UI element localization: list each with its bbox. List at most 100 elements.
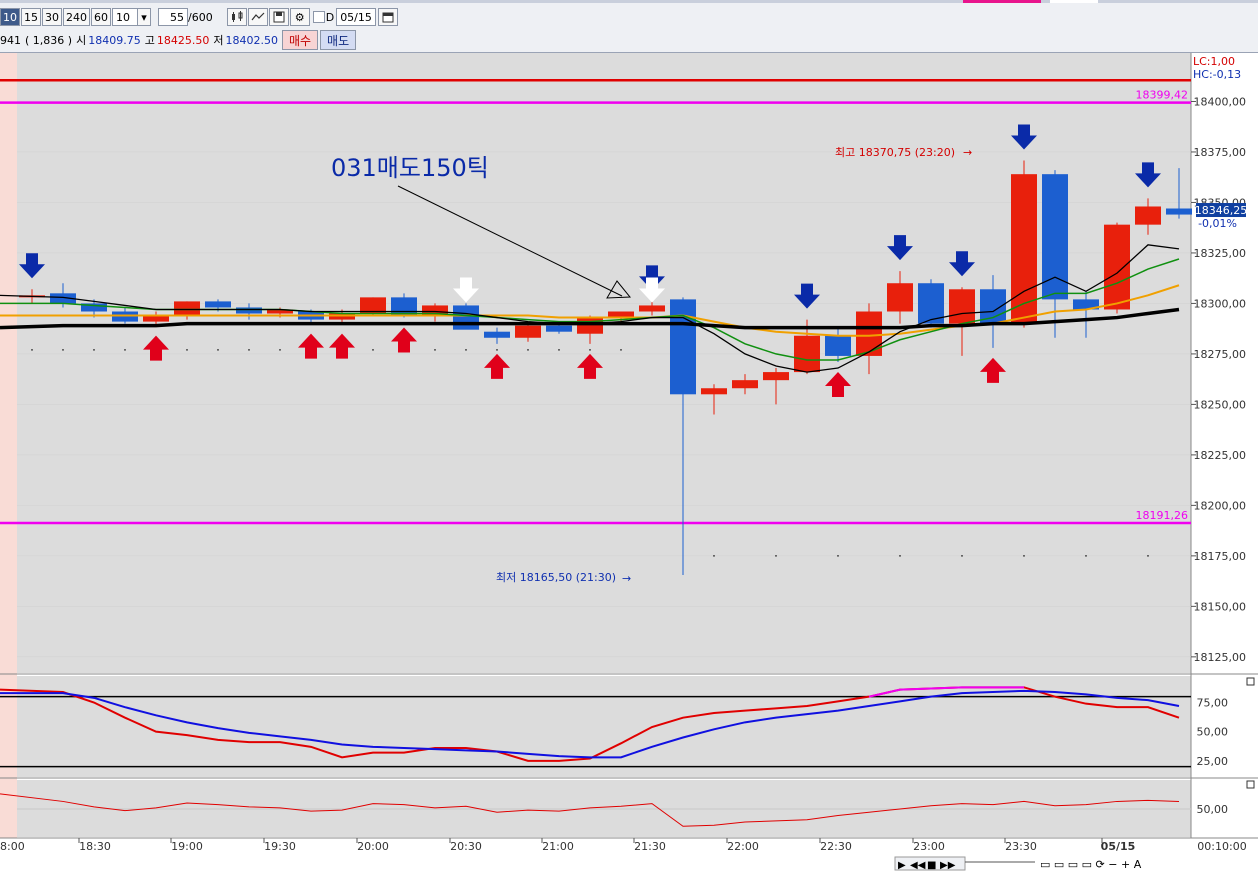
nav-rewind-icon[interactable]: ◀◀: [910, 860, 926, 871]
y-tick-label-7: 18225,00: [1194, 449, 1247, 462]
dot-marker-0-14: [465, 348, 467, 351]
dot-marker-1-30: [961, 554, 963, 557]
nav-forward-icon[interactable]: ▶▶: [940, 860, 956, 871]
count-input[interactable]: 55: [158, 8, 188, 26]
dot-marker-0-6: [217, 348, 219, 351]
dot-marker-1-28: [899, 554, 901, 557]
gear-icon[interactable]: ⚙: [289, 8, 310, 26]
interval-button-60[interactable]: 60: [91, 8, 111, 26]
pink-tab-indicator: [963, 0, 1041, 3]
dot-marker-0-17: [558, 348, 560, 351]
dot-marker-0-0: [31, 348, 33, 351]
y-tick-label-11: 18125,00: [1194, 651, 1247, 664]
dot-marker-0-8: [279, 348, 281, 351]
candle-body-14: [453, 305, 479, 330]
stoch-tick-label-0: 75,00: [1197, 697, 1229, 710]
daily-checkbox[interactable]: [312, 11, 325, 23]
interval-button-10[interactable]: 10: [0, 8, 20, 26]
candle-body-31: [980, 289, 1006, 324]
candle-type-icon[interactable]: [226, 8, 247, 26]
date-input[interactable]: 05/15: [336, 8, 377, 26]
open-label: 시: [76, 34, 87, 47]
candle-body-27: [856, 311, 882, 356]
low-label: 저: [213, 34, 224, 47]
lower-session-shade: [0, 780, 17, 837]
x-tick-label-6: 21:00: [542, 840, 574, 853]
dot-marker-1-32: [1023, 554, 1025, 557]
candle-body-37: [1166, 208, 1192, 215]
low-annotation-arrow: →: [622, 572, 631, 585]
line-chart-icon[interactable]: [247, 8, 268, 26]
x-tick-label-13: 00:10:00: [1197, 840, 1246, 853]
reference-line-label-1: 18191,26: [1136, 509, 1189, 522]
dot-marker-1-26: [837, 554, 839, 557]
lower-close-box: [1246, 780, 1255, 789]
period-select[interactable]: 10: [112, 8, 138, 26]
calendar-icon[interactable]: [378, 8, 399, 26]
chart-toolbar: 10 15 30 240 60 10 ▾ 55 /600 ⚙ D 05/15 9…: [0, 0, 1258, 53]
candle-body-33: [1042, 174, 1068, 300]
chart-annotation-text: 031매도150틱: [331, 154, 489, 182]
interval-button-30[interactable]: 30: [42, 8, 62, 26]
high-label: 고: [144, 34, 155, 47]
dot-marker-0-15: [496, 348, 498, 351]
quote-prefix: 941: [0, 33, 21, 47]
zoom-icons[interactable]: ▭ ▭ ▭ ▭ ⟳ − + A: [1040, 858, 1142, 871]
y-tick-label-10: 18150,00: [1194, 600, 1247, 613]
candle-body-5: [174, 301, 200, 316]
x-tick-label-12: 05/15: [1101, 840, 1136, 853]
open-value: 18409.75: [88, 33, 141, 47]
candle-body-17: [546, 325, 572, 332]
dot-marker-0-19: [620, 348, 622, 351]
stoch-tick-label-2: 25,00: [1197, 755, 1229, 768]
chart-navigation: ▶ ◀◀ ■ ▶▶ ▭ ▭ ▭ ▭ ⟳ − + A: [894, 856, 1142, 871]
y-tick-label-5: 18275,00: [1194, 348, 1247, 361]
candle-body-10: [329, 313, 355, 320]
candle-body-20: [639, 305, 665, 312]
dot-marker-0-11: [372, 348, 374, 351]
candle-body-7: [236, 307, 262, 314]
dot-marker-0-2: [93, 348, 95, 351]
y-tick-label-0: 18400,00: [1194, 95, 1247, 108]
lc-label: LC:1,00: [1193, 55, 1235, 68]
dot-marker-0-5: [186, 348, 188, 351]
count-total: /600: [188, 10, 213, 24]
candle-body-28: [887, 283, 913, 312]
candle-body-23: [732, 380, 758, 389]
low-annotation: 최저 18165,50 (21:30): [496, 571, 616, 584]
price-chart: 18399,4218191,26 18400,0018375,0018350,0…: [0, 53, 1258, 871]
x-axis: 8:00 18:30 19:00 19:30 20:00 20:30 21:00 21:30 2…: [0, 838, 1247, 853]
x-tick-label-2: 19:00: [171, 840, 203, 853]
candle-body-6: [205, 301, 231, 308]
y-tick-label-4: 18300,00: [1194, 297, 1247, 310]
high-annotation: 최고 18370,75 (23:20): [835, 146, 955, 159]
sell-button[interactable]: 매도: [320, 30, 357, 50]
dot-marker-0-7: [248, 348, 250, 351]
save-icon[interactable]: [268, 8, 289, 26]
dot-marker-0-18: [589, 348, 591, 351]
nav-prev-icon[interactable]: ▶: [898, 860, 906, 871]
y-tick-label-1: 18375,00: [1194, 146, 1247, 159]
x-tick-label-4: 20:00: [357, 840, 389, 853]
nav-stop-icon[interactable]: ■: [927, 860, 936, 871]
dot-marker-0-13: [434, 348, 436, 351]
current-change-label: -0,01%: [1198, 217, 1237, 230]
candle-body-21: [670, 299, 696, 395]
dot-marker-1-34: [1085, 554, 1087, 557]
reference-line-label-0: 18399,42: [1136, 89, 1189, 102]
x-tick-label-10: 23:00: [913, 840, 945, 853]
chevron-down-icon[interactable]: ▾: [137, 8, 151, 26]
dot-marker-0-16: [527, 348, 529, 351]
stoch-close-box: [1246, 677, 1255, 686]
quote-change: ( 1,836 ): [25, 33, 73, 47]
interval-button-240[interactable]: 240: [63, 8, 90, 26]
white-tab-indicator: [1050, 0, 1098, 3]
candle-body-22: [701, 388, 727, 395]
candle-body-3: [112, 311, 138, 322]
lower-tick-label: 50,00: [1197, 803, 1229, 816]
buy-button[interactable]: 매수: [281, 30, 319, 50]
x-tick-label-11: 23:30: [1005, 840, 1037, 853]
interval-button-15[interactable]: 15: [21, 8, 41, 26]
y-tick-label-6: 18250,00: [1194, 398, 1247, 411]
candle-body-30: [949, 289, 975, 324]
